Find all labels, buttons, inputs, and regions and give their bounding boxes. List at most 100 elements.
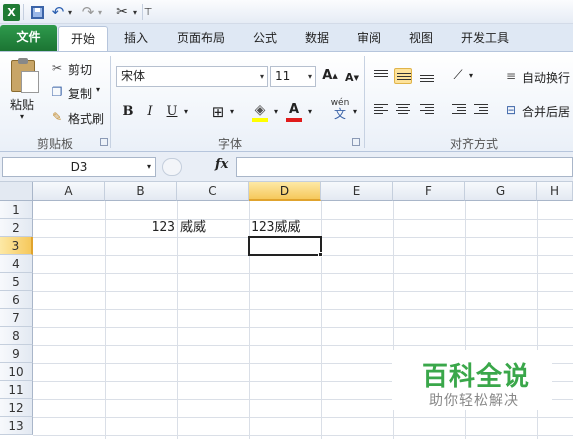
- undo-icon[interactable]: ↶: [51, 3, 65, 21]
- column-header-a[interactable]: A: [33, 182, 105, 201]
- grid-line: [33, 309, 573, 310]
- cell-c2[interactable]: 威威: [180, 219, 248, 237]
- row-header-12[interactable]: 12: [0, 399, 33, 417]
- row-header-3[interactable]: 3: [0, 237, 33, 255]
- tab-page-layout[interactable]: 页面布局: [170, 26, 232, 51]
- column-header-d[interactable]: D: [249, 182, 321, 201]
- ribbon-tabs: 文件 开始 插入 页面布局 公式 数据 审阅 视图 开发工具: [0, 24, 573, 51]
- row-header-4[interactable]: 4: [0, 255, 33, 273]
- column-header-f[interactable]: F: [393, 182, 465, 201]
- align-bottom-icon[interactable]: [418, 68, 436, 84]
- row-header-6[interactable]: 6: [0, 291, 33, 309]
- orientation-icon[interactable]: ⟋: [448, 66, 468, 86]
- copy-icon: ❐: [51, 85, 63, 99]
- row-header-5[interactable]: 5: [0, 273, 33, 291]
- quick-access-toolbar: X ↶ ▾ ↷ ▾ ✂ ▾ ⊤: [0, 0, 573, 24]
- align-top-icon[interactable]: [372, 68, 390, 84]
- fill-color-icon[interactable]: ◈: [250, 100, 270, 122]
- cell-b2[interactable]: 123: [107, 219, 175, 237]
- save-icon[interactable]: [29, 3, 45, 21]
- align-right-icon[interactable]: [418, 102, 436, 118]
- merge-center-icon: ⊟: [505, 103, 517, 117]
- font-size-select[interactable]: 11 ▾: [270, 66, 316, 87]
- active-cell-d3[interactable]: [248, 236, 322, 256]
- orientation-dropdown-icon[interactable]: ▾: [466, 66, 476, 86]
- column-header-g[interactable]: G: [465, 182, 537, 201]
- formula-bar-toggle[interactable]: [162, 158, 182, 176]
- cell-d2[interactable]: 123威威: [251, 219, 321, 237]
- fill-handle[interactable]: [318, 252, 323, 257]
- tools-dropdown-icon[interactable]: ▾: [131, 3, 139, 21]
- customize-qat-icon[interactable]: ⊤: [143, 3, 153, 21]
- formula-input[interactable]: [236, 157, 573, 177]
- paste-label[interactable]: 粘贴: [10, 96, 34, 113]
- fill-color-dropdown-icon[interactable]: ▾: [270, 102, 282, 122]
- wrap-text-button[interactable]: 自动换行: [522, 69, 570, 86]
- shrink-font-button[interactable]: A▼: [342, 68, 362, 88]
- clipboard-launcher-icon[interactable]: [100, 138, 108, 146]
- row-header-2[interactable]: 2: [0, 219, 33, 237]
- tab-home[interactable]: 开始: [58, 26, 108, 51]
- merge-center-button[interactable]: 合并后居: [522, 103, 570, 120]
- phonetic-guide-button[interactable]: wén 文: [328, 98, 352, 120]
- borders-icon[interactable]: ⊞: [208, 102, 228, 122]
- copy-dropdown-icon[interactable]: ▾: [96, 85, 100, 94]
- tools-icon[interactable]: ✂: [113, 3, 131, 21]
- copy-button[interactable]: 复制: [68, 85, 92, 102]
- insert-function-icon[interactable]: fx: [215, 157, 228, 172]
- font-color-button[interactable]: A: [284, 100, 304, 122]
- watermark-title: 百科全说: [422, 362, 531, 392]
- tab-insert[interactable]: 插入: [116, 26, 156, 51]
- tab-data[interactable]: 数据: [298, 26, 336, 51]
- grow-font-button[interactable]: A▲: [320, 66, 340, 86]
- undo-dropdown-icon[interactable]: ▾: [65, 3, 75, 21]
- format-painter-button[interactable]: 格式刷: [68, 110, 104, 127]
- grid-line: [33, 345, 573, 346]
- row-header-9[interactable]: 9: [0, 345, 33, 363]
- paste-dropdown-icon[interactable]: ▾: [20, 112, 24, 121]
- redo-dropdown-icon[interactable]: ▾: [95, 3, 105, 21]
- name-box[interactable]: D3 ▾: [2, 157, 156, 177]
- excel-logo-icon[interactable]: X: [3, 3, 20, 21]
- bold-button[interactable]: B: [118, 102, 138, 122]
- tab-formulas[interactable]: 公式: [246, 26, 284, 51]
- cut-button[interactable]: 剪切: [68, 61, 92, 78]
- group-separator: [110, 56, 111, 148]
- select-all-corner[interactable]: [0, 182, 33, 201]
- tab-developer[interactable]: 开发工具: [454, 26, 516, 51]
- increase-indent-icon[interactable]: [472, 102, 490, 118]
- align-middle-icon[interactable]: [394, 68, 412, 84]
- column-header-b[interactable]: B: [105, 182, 177, 201]
- column-header-e[interactable]: E: [321, 182, 393, 201]
- underline-button[interactable]: U: [162, 102, 182, 122]
- row-header-7[interactable]: 7: [0, 309, 33, 327]
- align-center-icon[interactable]: [394, 102, 412, 118]
- grid-line: [33, 417, 573, 418]
- italic-button[interactable]: I: [140, 102, 160, 122]
- grid-line: [33, 435, 573, 436]
- group-separator: [364, 56, 365, 148]
- row-header-10[interactable]: 10: [0, 363, 33, 381]
- font-color-dropdown-icon[interactable]: ▾: [304, 102, 316, 122]
- tab-view[interactable]: 视图: [402, 26, 440, 51]
- row-header-8[interactable]: 8: [0, 327, 33, 345]
- row-header-13[interactable]: 13: [0, 417, 33, 435]
- ribbon: 粘贴 ▾ ✂ 剪切 ❐ 复制 ▾ ✎ 格式刷 剪贴板 宋体 ▾ 11 ▾ A▲ A▼…: [0, 51, 573, 152]
- column-header-h[interactable]: H: [537, 182, 573, 201]
- column-header-c[interactable]: C: [177, 182, 249, 201]
- font-launcher-icon[interactable]: [352, 138, 360, 146]
- tab-review[interactable]: 审阅: [350, 26, 388, 51]
- wrap-text-icon: ≡: [505, 69, 517, 83]
- align-left-icon[interactable]: [372, 102, 390, 118]
- borders-dropdown-icon[interactable]: ▾: [226, 102, 238, 122]
- underline-dropdown-icon[interactable]: ▾: [180, 102, 192, 122]
- watermark-subtitle: 助你轻松解决: [429, 393, 519, 409]
- paste-button[interactable]: [6, 58, 40, 98]
- phonetic-dropdown-icon[interactable]: ▾: [350, 102, 360, 122]
- tab-file[interactable]: 文件: [0, 25, 57, 51]
- redo-icon[interactable]: ↷: [81, 3, 95, 21]
- decrease-indent-icon[interactable]: [450, 102, 468, 118]
- row-header-1[interactable]: 1: [0, 201, 33, 219]
- font-name-select[interactable]: 宋体 ▾: [116, 66, 268, 87]
- row-header-11[interactable]: 11: [0, 381, 33, 399]
